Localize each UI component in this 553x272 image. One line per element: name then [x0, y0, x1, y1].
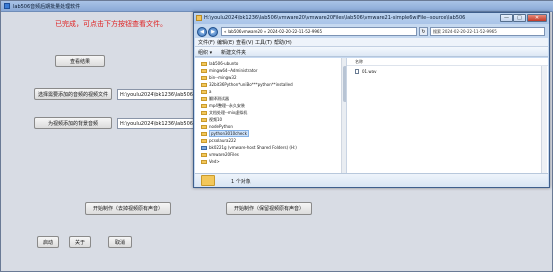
forward-icon[interactable]: ▶	[208, 27, 218, 37]
app-title: lab506音频后期批量处理软件	[13, 4, 81, 10]
tree-item[interactable]: pcsolaura222	[201, 137, 236, 144]
start-button[interactable]: 启动	[37, 236, 59, 248]
folder-icon	[196, 15, 202, 21]
tree-item[interactable]: 32bit36Python*uniBo***python**installed	[201, 81, 293, 88]
search-input[interactable]: 搜索 2024-02-20-22-11-52-9965	[430, 27, 545, 36]
tree-item[interactable]: 文档处理--mix虚拟机	[201, 109, 247, 116]
menu-edit[interactable]: 编辑(E)	[217, 39, 234, 46]
minimize-button[interactable]: —	[500, 14, 513, 22]
explorer-titlebar: H:\youlu2024\bk1236\lab506\vmware20\vmwa…	[194, 13, 549, 24]
tree-item[interactable]: lab506-ubunto	[201, 60, 238, 67]
menu-view[interactable]: 查看(V)	[236, 39, 253, 46]
start-remove-audio-button[interactable]: 开始制作（去掉视频原有声音）	[85, 202, 171, 215]
menu-tools[interactable]: 工具(T)	[255, 39, 272, 46]
tree-item-selected[interactable]: python3010check	[201, 130, 249, 137]
column-divider	[347, 65, 548, 66]
back-icon[interactable]: ◀	[197, 27, 207, 37]
details-pane: 1 个对象	[195, 173, 548, 187]
status-message: 已完成，可点击下方按钮查看文件。	[55, 20, 167, 28]
list-scrollbar[interactable]	[541, 66, 547, 173]
select-video-button[interactable]: 选择需要添加的音频的视频文件	[34, 88, 112, 100]
tree-item[interactable]: 翻译测试器	[201, 95, 229, 102]
file-name: 01.wav	[362, 69, 377, 74]
refresh-icon[interactable]: ↻	[419, 27, 428, 36]
object-count: 1 个对象	[231, 179, 251, 185]
video-path-input[interactable]: H:\youlu2024\bk1236\lab506\	[117, 89, 195, 100]
view-result-button[interactable]: 查看结果	[55, 55, 105, 67]
app-titlebar: lab506音频后期批量处理软件	[1, 1, 553, 12]
tree-item[interactable]: mp4整理--永久安装	[201, 102, 245, 109]
menu-help[interactable]: 帮助(H)	[274, 39, 292, 46]
tree-item[interactable]: Ved>	[201, 158, 220, 165]
folder-icon	[201, 175, 215, 186]
about-button[interactable]: 关于	[69, 236, 91, 248]
organize-button[interactable]: 组织 ▾	[198, 49, 212, 56]
new-folder-button[interactable]: 新建文件夹	[221, 49, 246, 56]
bgm-path-input[interactable]: H:\youlu2024\bk1236\lab506\	[117, 118, 195, 129]
audio-file-icon	[355, 69, 359, 74]
command-bar: 组织 ▾ 新建文件夹	[195, 47, 548, 57]
app-icon	[4, 3, 10, 9]
tree-item[interactable]: nodePython	[201, 123, 233, 130]
tree-item[interactable]: 视频10	[201, 116, 222, 123]
cancel-button[interactable]: 取消	[108, 236, 132, 248]
close-button[interactable]: ✕	[527, 14, 547, 22]
start-keep-audio-button[interactable]: 开始制作（保留视频原有声音）	[226, 202, 312, 215]
file-list-pane: 名称 01.wav	[347, 58, 548, 173]
tree-item[interactable]: bin--mingw32	[201, 74, 237, 81]
address-row: ◀ ▶ « lab506vmware20 » 2024-02-20-22-11-…	[195, 26, 548, 38]
menu-bar: 文件(F) 编辑(E) 查看(V) 工具(T) 帮助(H)	[195, 38, 548, 47]
navigation-pane: lab506-ubunto mingw64--Administrator bin…	[195, 58, 347, 173]
menu-file[interactable]: 文件(F)	[198, 39, 215, 46]
file-item[interactable]: 01.wav	[355, 68, 376, 75]
maximize-button[interactable]: □	[513, 14, 526, 22]
explorer-title: H:\youlu2024\bk1236\lab506\vmware20\vmwa…	[204, 15, 466, 21]
select-bgm-button[interactable]: 为视频添加的背景音频	[34, 117, 112, 129]
tree-item[interactable]: vmware20Files	[201, 151, 239, 158]
tree-item[interactable]: a	[201, 88, 211, 95]
explorer-window: H:\youlu2024\bk1236\lab506\vmware20\vmwa…	[193, 12, 550, 188]
tree-item-network-drive[interactable]: bk0221g (vmware-host Shared Folders) (H:…	[201, 144, 297, 151]
tree-item[interactable]: mingw64--Administrator	[201, 67, 258, 74]
address-bar[interactable]: « lab506vmware20 » 2024-02-20-22-11-52-9…	[221, 27, 417, 36]
